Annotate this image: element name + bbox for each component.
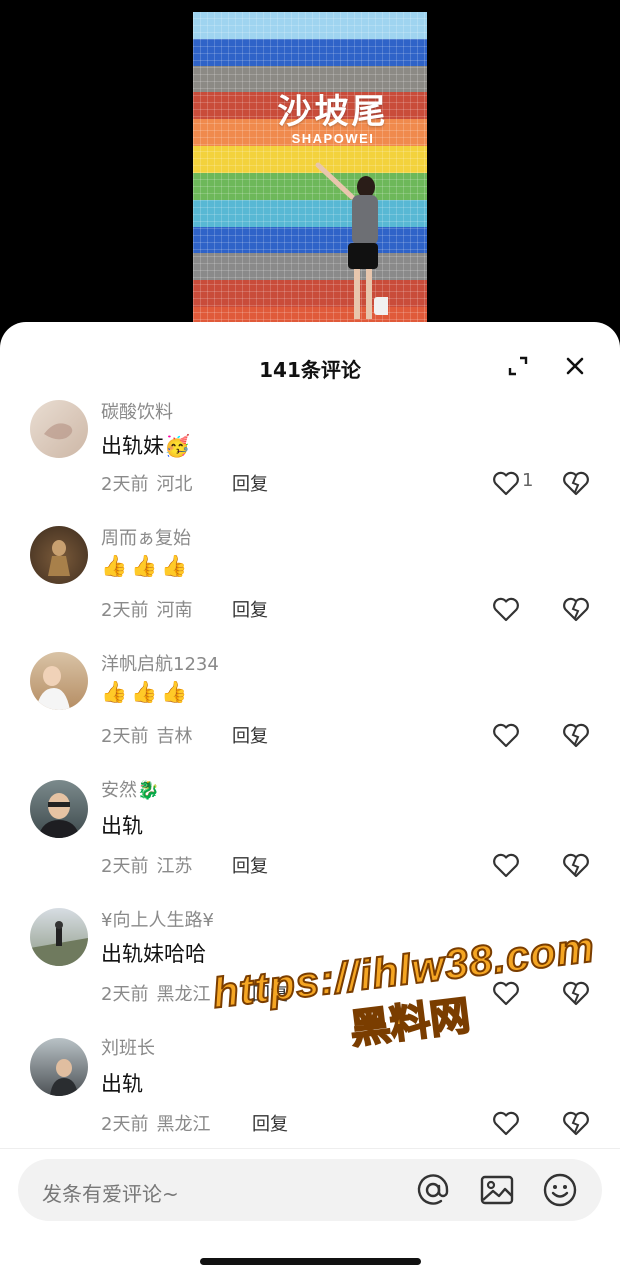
comment-input-placeholder: 发条有爱评论~ <box>42 1182 179 1206</box>
expand-icon[interactable] <box>504 352 532 380</box>
like-icon[interactable] <box>492 1110 520 1136</box>
dislike-icon[interactable] <box>562 596 590 622</box>
comment-time: 2天前 <box>101 600 149 621</box>
at-icon[interactable] <box>415 1172 451 1208</box>
avatar[interactable] <box>30 526 88 584</box>
image-icon[interactable] <box>479 1172 515 1208</box>
comment-location: 吉林 <box>156 726 193 747</box>
avatar[interactable] <box>30 652 88 710</box>
comment-location: 江苏 <box>156 856 193 877</box>
comment-username[interactable]: ¥向上人生路¥ <box>101 906 214 932</box>
avatar[interactable] <box>30 1038 88 1096</box>
comment-text: 出轨妹哈哈 <box>101 942 206 966</box>
emoji-icon[interactable] <box>542 1172 578 1208</box>
person-figure <box>315 162 388 319</box>
reply-button[interactable]: 回复 <box>232 852 268 878</box>
comment-time: 2天前 <box>101 1114 149 1135</box>
comment-text: 出轨 <box>101 814 143 838</box>
video-preview[interactable]: 沙坡尾 SHAPOWEI <box>193 12 427 334</box>
comment-username[interactable]: 洋帆启航1234 <box>101 650 219 676</box>
home-indicator[interactable] <box>200 1258 421 1265</box>
comment-username[interactable]: 安然🐉 <box>101 776 159 802</box>
comment-meta: 2天前 河南 <box>101 596 192 622</box>
comment-username[interactable]: 周而ぁ复始 <box>101 524 191 550</box>
comment-input[interactable]: 发条有爱评论~ <box>18 1159 602 1221</box>
comment-meta: 2天前 黑龙江 <box>101 980 210 1006</box>
comment-location: 黑龙江 <box>156 1114 211 1135</box>
reply-button[interactable]: 回复 <box>252 1110 288 1136</box>
like-icon[interactable] <box>492 470 520 496</box>
reply-button[interactable]: 回复 <box>232 470 268 496</box>
comment-meta: 2天前 黑龙江 <box>101 1110 210 1136</box>
comment-time: 2天前 <box>101 726 149 747</box>
like-icon[interactable] <box>492 596 520 622</box>
location-sign: 沙坡尾 SHAPOWEI <box>263 84 403 146</box>
avatar[interactable] <box>30 400 88 458</box>
comment-sheet: 141条评论 碳酸饮料 出轨妹🥳 2天前 河北 回复 1 周而ぁ复始 👍👍👍 2… <box>0 322 620 1280</box>
comment-username[interactable]: 碳酸饮料 <box>101 398 173 424</box>
comment-location: 河南 <box>156 600 193 621</box>
like-icon[interactable] <box>492 722 520 748</box>
comment-time: 2天前 <box>101 984 149 1005</box>
comment-text: 👍👍👍 <box>101 680 192 704</box>
avatar[interactable] <box>30 908 88 966</box>
comment-text: 出轨妹🥳 <box>101 434 191 458</box>
reply-button[interactable]: 回复 <box>232 596 268 622</box>
comment-meta: 2天前 河北 <box>101 470 192 496</box>
reply-button[interactable]: 回复 <box>232 722 268 748</box>
comment-location: 河北 <box>156 474 193 495</box>
comment-meta: 2天前 江苏 <box>101 852 192 878</box>
dislike-icon[interactable] <box>562 470 590 496</box>
avatar[interactable] <box>30 780 88 838</box>
dislike-icon[interactable] <box>562 1110 590 1136</box>
like-icon[interactable] <box>492 852 520 878</box>
dislike-icon[interactable] <box>562 722 590 748</box>
comment-meta: 2天前 吉林 <box>101 722 192 748</box>
sign-english: SHAPOWEI <box>291 131 375 146</box>
comment-location: 黑龙江 <box>156 984 211 1005</box>
comment-text: 出轨 <box>101 1072 143 1096</box>
comment-text: 👍👍👍 <box>101 554 192 578</box>
sign-chinese: 沙坡尾 <box>277 92 389 132</box>
dislike-icon[interactable] <box>562 852 590 878</box>
like-count: 1 <box>522 470 534 491</box>
comment-time: 2天前 <box>101 856 149 877</box>
input-divider <box>0 1148 620 1149</box>
close-icon[interactable] <box>561 352 589 380</box>
comment-username[interactable]: 刘班长 <box>101 1034 155 1060</box>
comment-time: 2天前 <box>101 474 149 495</box>
party-emoji: 🥳 <box>164 434 191 458</box>
